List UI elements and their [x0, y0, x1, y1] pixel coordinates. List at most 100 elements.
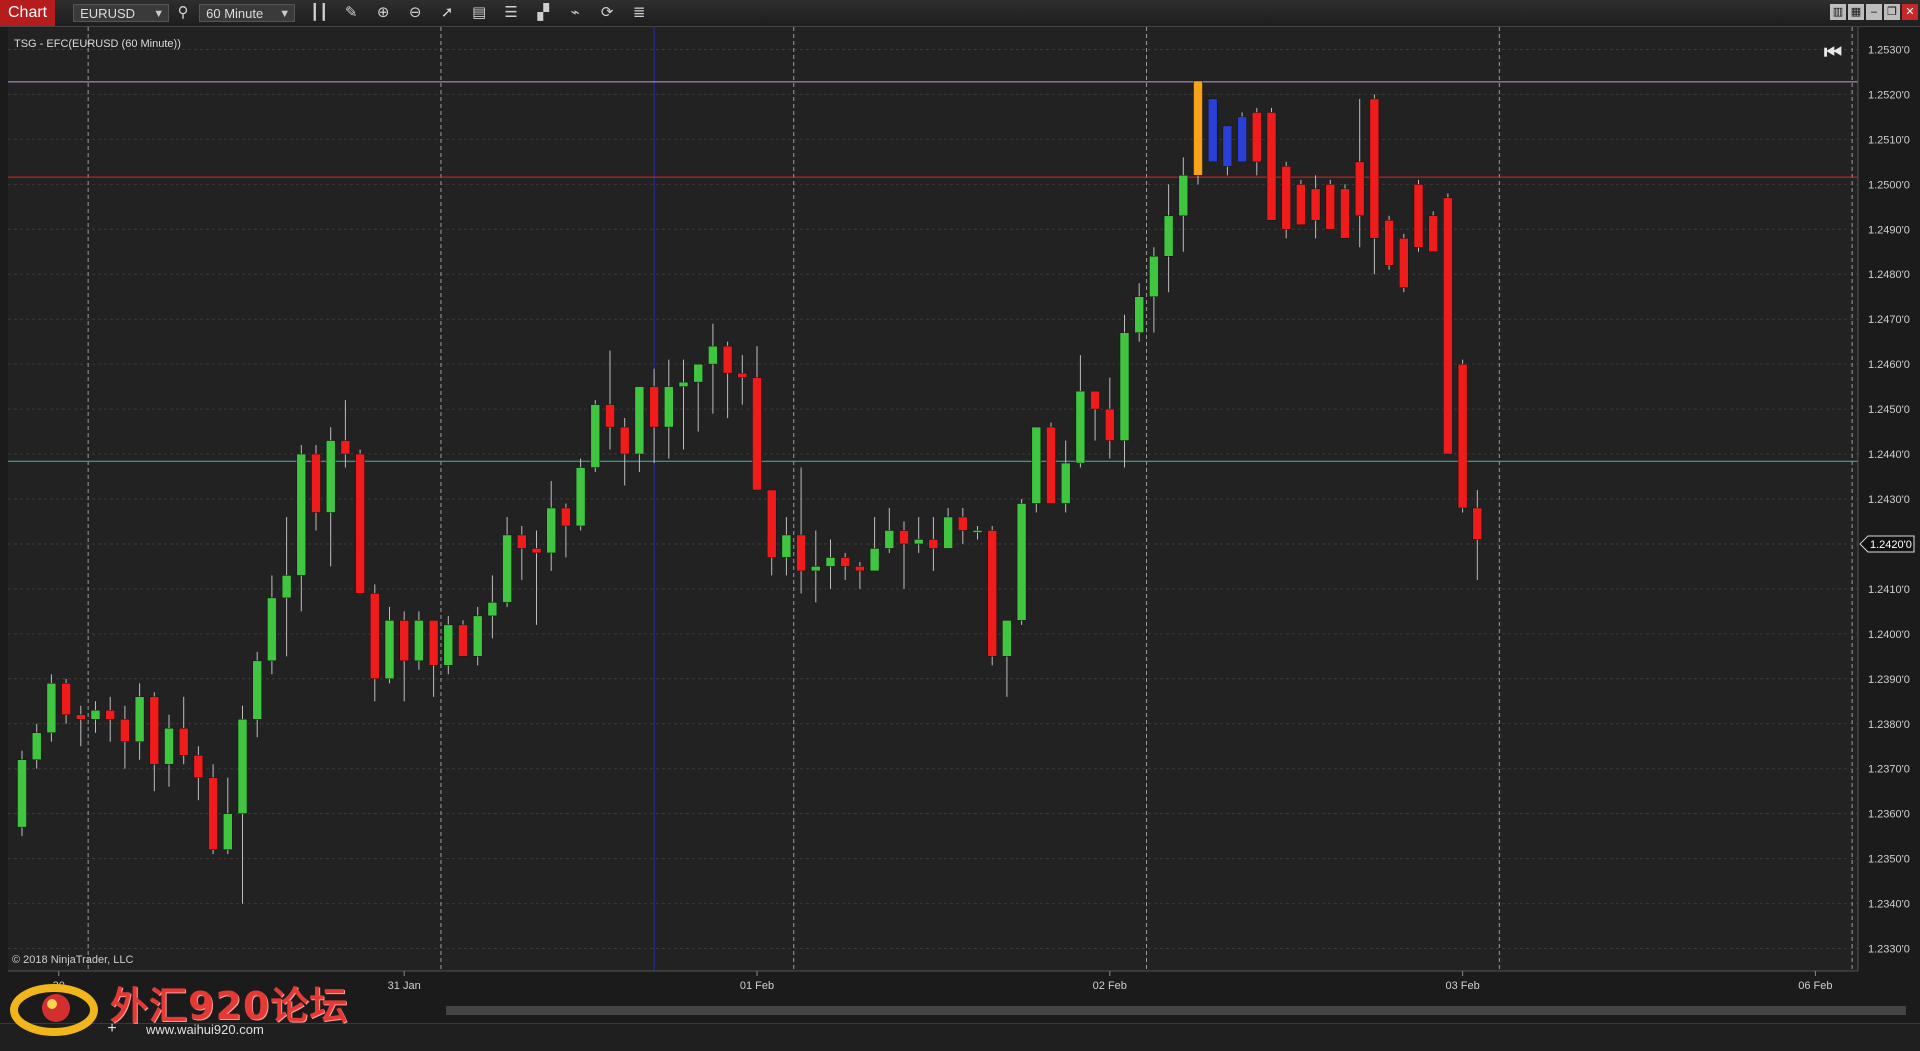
price-tick-label: 1.2340'0 — [1868, 899, 1910, 911]
candle-body — [90, 710, 101, 720]
chart-tab[interactable]: Chart — [0, 0, 56, 26]
candle-body — [855, 566, 865, 572]
candle-body — [325, 440, 336, 513]
candle-body — [1134, 296, 1144, 333]
candle-body — [840, 557, 850, 567]
candle-body — [443, 624, 454, 666]
candle-body — [649, 386, 659, 428]
candle-body — [252, 660, 262, 720]
price-tick-label: 1.2510'0 — [1868, 134, 1910, 146]
tile-icon[interactable]: ▥ — [1830, 4, 1846, 20]
candle-body — [987, 530, 997, 657]
candle-body — [899, 530, 909, 545]
layout-icon[interactable]: ▦ — [1848, 4, 1864, 20]
minimize-icon[interactable]: – — [1866, 4, 1882, 20]
candle-body — [178, 728, 189, 756]
chevron-down-icon: ▼ — [279, 8, 291, 20]
candle-body — [61, 683, 71, 716]
candle-body — [1310, 188, 1321, 221]
price-chart[interactable]: 1.2330'0 1.2340'0 1.2350'0 1.2360'0 1.2370'0… — [0, 27, 1920, 1030]
candle-body — [134, 696, 145, 742]
site-url: www.waihui920.com — [146, 1022, 264, 1037]
price-tick-label: 1.2390'0 — [1868, 674, 1910, 686]
candle-body — [149, 696, 160, 765]
candle-body — [105, 710, 115, 720]
candle-body — [340, 440, 351, 455]
price-tick-label: 1.2370'0 — [1868, 764, 1910, 776]
candle-body — [1090, 390, 1100, 410]
data-box-icon[interactable]: ▤ — [467, 2, 491, 24]
price-tick-label: 1.2520'0 — [1868, 89, 1910, 101]
interval-value: 60 Minute — [206, 6, 264, 21]
price-tick-label: 1.2350'0 — [1868, 854, 1910, 866]
candle-body — [693, 363, 703, 383]
reload-icon[interactable]: ⟳ — [595, 2, 619, 24]
candle-body — [590, 404, 601, 468]
candle-body — [634, 386, 645, 455]
candle-body — [531, 548, 542, 554]
interval-select[interactable]: 60 Minute ▼ — [199, 4, 296, 22]
price-tick-label: 1.2360'0 — [1868, 809, 1910, 821]
close-icon[interactable]: ✕ — [1902, 4, 1918, 20]
time-tick-label: 06 Feb — [1798, 980, 1832, 992]
chart-trader-icon[interactable]: ☰ — [499, 2, 523, 24]
candle-body — [766, 489, 777, 558]
candle-body — [781, 534, 792, 558]
templates-icon[interactable]: ▞ — [531, 2, 555, 24]
candle-body — [370, 593, 380, 680]
candle-body — [1222, 125, 1233, 167]
price-tick-label: 1.2480'0 — [1868, 269, 1910, 281]
candle-body — [1443, 197, 1453, 455]
candle-body — [1075, 390, 1086, 464]
cursor-icon[interactable]: ➚ — [435, 2, 459, 24]
candle-body — [1105, 408, 1115, 441]
time-tick-label: 01 Feb — [740, 980, 774, 992]
candle-body — [458, 624, 468, 657]
candle-body — [17, 759, 27, 828]
price-tick-label: 1.2430'0 — [1868, 494, 1910, 506]
pencil-icon[interactable]: ✎ — [339, 2, 363, 24]
zoom-in-icon[interactable]: ⊕ — [371, 2, 395, 24]
scroll-to-end-icon[interactable]: ⏮ — [1824, 42, 1842, 65]
add-tab-icon[interactable]: + — [104, 1021, 120, 1037]
candle-body — [384, 620, 395, 680]
instrument-value: EURUSD — [80, 6, 136, 21]
candle-body — [1428, 215, 1438, 253]
candle-body — [1369, 98, 1380, 239]
candle-body — [1457, 363, 1468, 509]
candle-body — [575, 467, 586, 527]
price-tick-label: 1.2460'0 — [1868, 359, 1910, 371]
candle-body — [120, 719, 130, 742]
candle-body — [1325, 184, 1336, 230]
list-icon[interactable]: ≣ — [627, 2, 651, 24]
candle-body — [1193, 80, 1203, 176]
candle-body — [1046, 426, 1056, 504]
candle-body — [1178, 175, 1189, 217]
candle-body — [972, 530, 983, 533]
horizontal-scrollbar[interactable] — [446, 1006, 1906, 1015]
candle-body — [414, 620, 424, 662]
strategies-icon[interactable]: ⌁ — [563, 2, 587, 24]
candle-body — [267, 597, 277, 662]
candle-body — [46, 683, 57, 734]
zoom-out-icon[interactable]: ⊖ — [403, 2, 427, 24]
candle-body — [1266, 112, 1277, 221]
candle-body — [1163, 215, 1174, 257]
candle-body — [223, 813, 233, 850]
restore-icon[interactable]: ❐ — [1884, 4, 1900, 20]
candle-body — [1340, 188, 1350, 239]
candle-body — [1031, 426, 1042, 504]
candle-body — [958, 516, 968, 531]
candle-body — [884, 530, 895, 549]
instrument-select[interactable]: EURUSD ▼ — [73, 4, 170, 22]
candle-body — [164, 728, 174, 765]
current-price-label: 1.2420'0 — [1870, 539, 1912, 551]
candle-body — [1207, 98, 1218, 163]
candle-body — [546, 507, 556, 554]
candle-body — [619, 426, 630, 455]
bar-type-icon[interactable]: ┃┃ — [307, 2, 331, 24]
search-icon[interactable]: ⚲ — [171, 2, 195, 24]
candle-body — [208, 777, 218, 850]
candle-body — [296, 453, 307, 576]
candle-body — [796, 534, 806, 572]
